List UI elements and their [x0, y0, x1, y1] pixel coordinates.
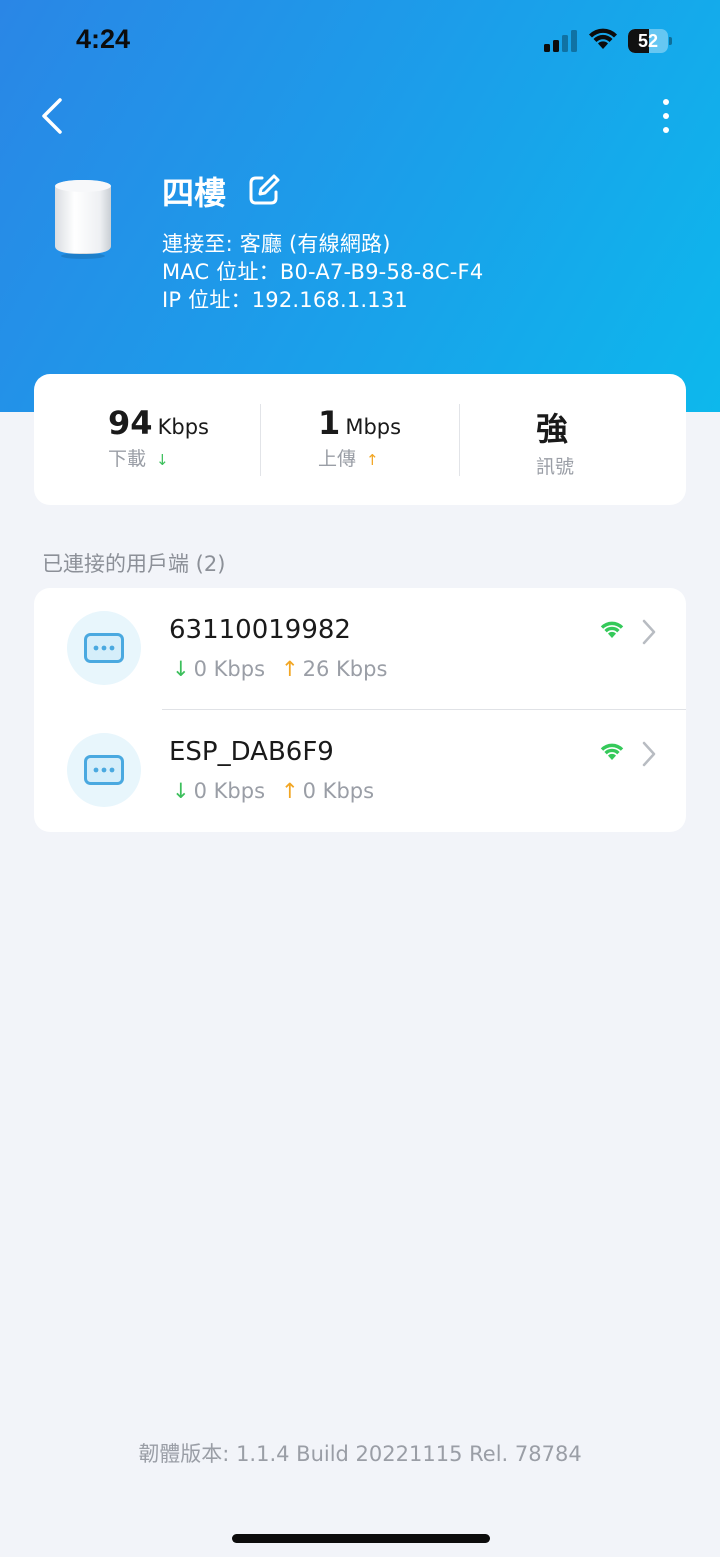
connected-to-text: 連接至: 客廳 (有線網路)	[162, 232, 391, 256]
mac-address-text: MAC 位址：B0-A7-B9-58-8C-F4	[162, 260, 484, 284]
client-rates: ↓ 0 Kbps ↑ 26 Kbps	[172, 657, 387, 681]
more-vertical-icon	[663, 99, 669, 133]
chevron-right-icon	[642, 619, 656, 645]
download-label: 下載	[108, 448, 147, 470]
arrow-down-icon: ↓	[172, 657, 190, 681]
status-wifi-icon	[589, 28, 617, 49]
client-name: 63110019982	[169, 615, 351, 645]
status-time: 4:24	[76, 24, 131, 54]
client-rates: ↓ 0 Kbps ↑ 0 Kbps	[172, 779, 374, 803]
more-options-button[interactable]	[650, 96, 682, 136]
battery-percent: 52	[637, 31, 659, 51]
download-value: 94	[108, 404, 153, 442]
client-avatar	[67, 611, 141, 685]
cellular-signal-icon	[544, 30, 577, 52]
client-row[interactable]: ESP_DAB6F9 ↓ 0 Kbps ↑ 0 Kbps	[34, 710, 686, 832]
deco-device-image	[55, 180, 111, 259]
ip-address-text: IP 位址：192.168.1.131	[162, 288, 408, 312]
upload-stat: 1 Mbps 上傳 ↑	[318, 404, 518, 471]
client-download-rate: 0 Kbps	[193, 657, 266, 681]
client-row[interactable]: 63110019982 ↓ 0 Kbps ↑ 26 Kbps	[34, 588, 686, 710]
back-button[interactable]	[36, 96, 72, 136]
client-download-rate: 0 Kbps	[193, 779, 266, 803]
signal-stat: 強 訊號	[536, 404, 720, 479]
client-avatar	[67, 733, 141, 807]
battery-indicator: 52	[628, 29, 672, 53]
client-upload-rate: 26 Kbps	[302, 657, 388, 681]
clients-list: 63110019982 ↓ 0 Kbps ↑ 26 Kbps ESP_DAB6F9 ↓…	[34, 588, 686, 832]
edit-name-button[interactable]	[246, 172, 282, 208]
firmware-version: 韌體版本: 1.1.4 Build 20221115 Rel. 78784	[138, 1442, 582, 1466]
device-dots-icon	[84, 755, 124, 785]
upload-value: 1	[318, 404, 341, 442]
arrow-up-icon: ↑	[281, 779, 299, 803]
upload-unit: Mbps	[345, 415, 402, 439]
stats-card: 94 Kbps 下載 ↓ 1 Mbps 上傳 ↑ 強 訊號	[34, 374, 686, 505]
download-stat: 94 Kbps 下載 ↓	[108, 404, 308, 471]
arrow-down-icon: ↓	[172, 779, 190, 803]
device-name: 四樓	[162, 174, 227, 212]
arrow-up-icon: ↑	[366, 451, 379, 469]
wifi-icon	[600, 743, 624, 760]
clients-section-title: 已連接的用戶端 (2)	[42, 552, 226, 576]
header-banner: 4:24 52 四樓 連接至: 客廳 (有線網路) MAC 位址：B0-A7-B…	[0, 0, 720, 412]
arrow-down-icon: ↓	[156, 451, 169, 469]
arrow-up-icon: ↑	[281, 657, 299, 681]
stats-divider	[260, 404, 261, 476]
chevron-left-icon	[42, 98, 62, 134]
upload-label: 上傳	[318, 448, 357, 470]
chevron-right-icon	[642, 741, 656, 767]
wifi-icon	[600, 621, 624, 638]
download-unit: Kbps	[157, 415, 209, 439]
signal-value: 強	[536, 410, 569, 448]
client-upload-rate: 0 Kbps	[302, 779, 375, 803]
edit-icon	[249, 174, 280, 205]
home-indicator[interactable]	[232, 1534, 490, 1543]
client-name: ESP_DAB6F9	[169, 737, 334, 767]
signal-label: 訊號	[536, 456, 575, 478]
device-dots-icon	[84, 633, 124, 663]
stats-divider	[459, 404, 460, 476]
